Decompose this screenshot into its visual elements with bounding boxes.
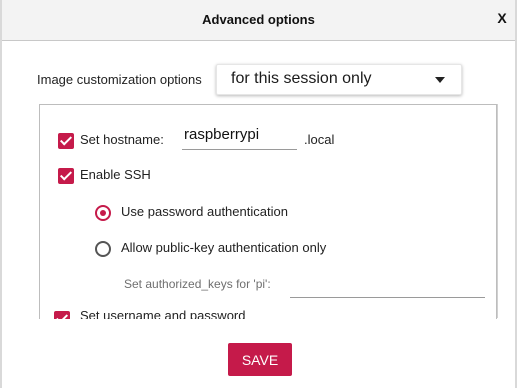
ssh-label: Enable SSH <box>80 167 151 182</box>
customization-select-value: for this session only <box>231 70 372 87</box>
password-auth-label: Use password authentication <box>121 204 288 219</box>
authorized-keys-input[interactable] <box>290 277 485 298</box>
pubkey-auth-label: Allow public-key authentication only <box>121 240 327 255</box>
dialog-title: Advanced options <box>202 12 315 27</box>
close-button[interactable]: X <box>495 10 509 26</box>
hostname-label: Set hostname: <box>80 132 164 147</box>
ssh-checkbox[interactable] <box>58 168 74 184</box>
save-button[interactable]: SAVE <box>228 343 292 376</box>
customization-select[interactable]: for this session only <box>216 64 462 95</box>
dropdown-arrow-icon <box>435 77 445 83</box>
hostname-value: raspberrypi <box>184 126 260 143</box>
customization-label: Image customization options <box>37 72 202 87</box>
dialog-titlebar: Advanced options X <box>2 0 515 41</box>
options-panel: Set hostname: raspberrypi .local Enable … <box>39 104 497 319</box>
password-auth-radio[interactable] <box>95 205 111 221</box>
authorized-keys-label: Set authorized_keys for 'pi': <box>124 277 271 291</box>
username-password-label: Set username and password <box>80 308 246 319</box>
hostname-input[interactable]: raspberrypi <box>182 124 297 150</box>
pubkey-auth-radio[interactable] <box>95 241 111 257</box>
username-password-checkbox[interactable] <box>54 311 70 319</box>
hostname-checkbox[interactable] <box>58 133 74 149</box>
hostname-suffix: .local <box>304 132 335 147</box>
panel-scroll-track[interactable] <box>497 104 498 318</box>
